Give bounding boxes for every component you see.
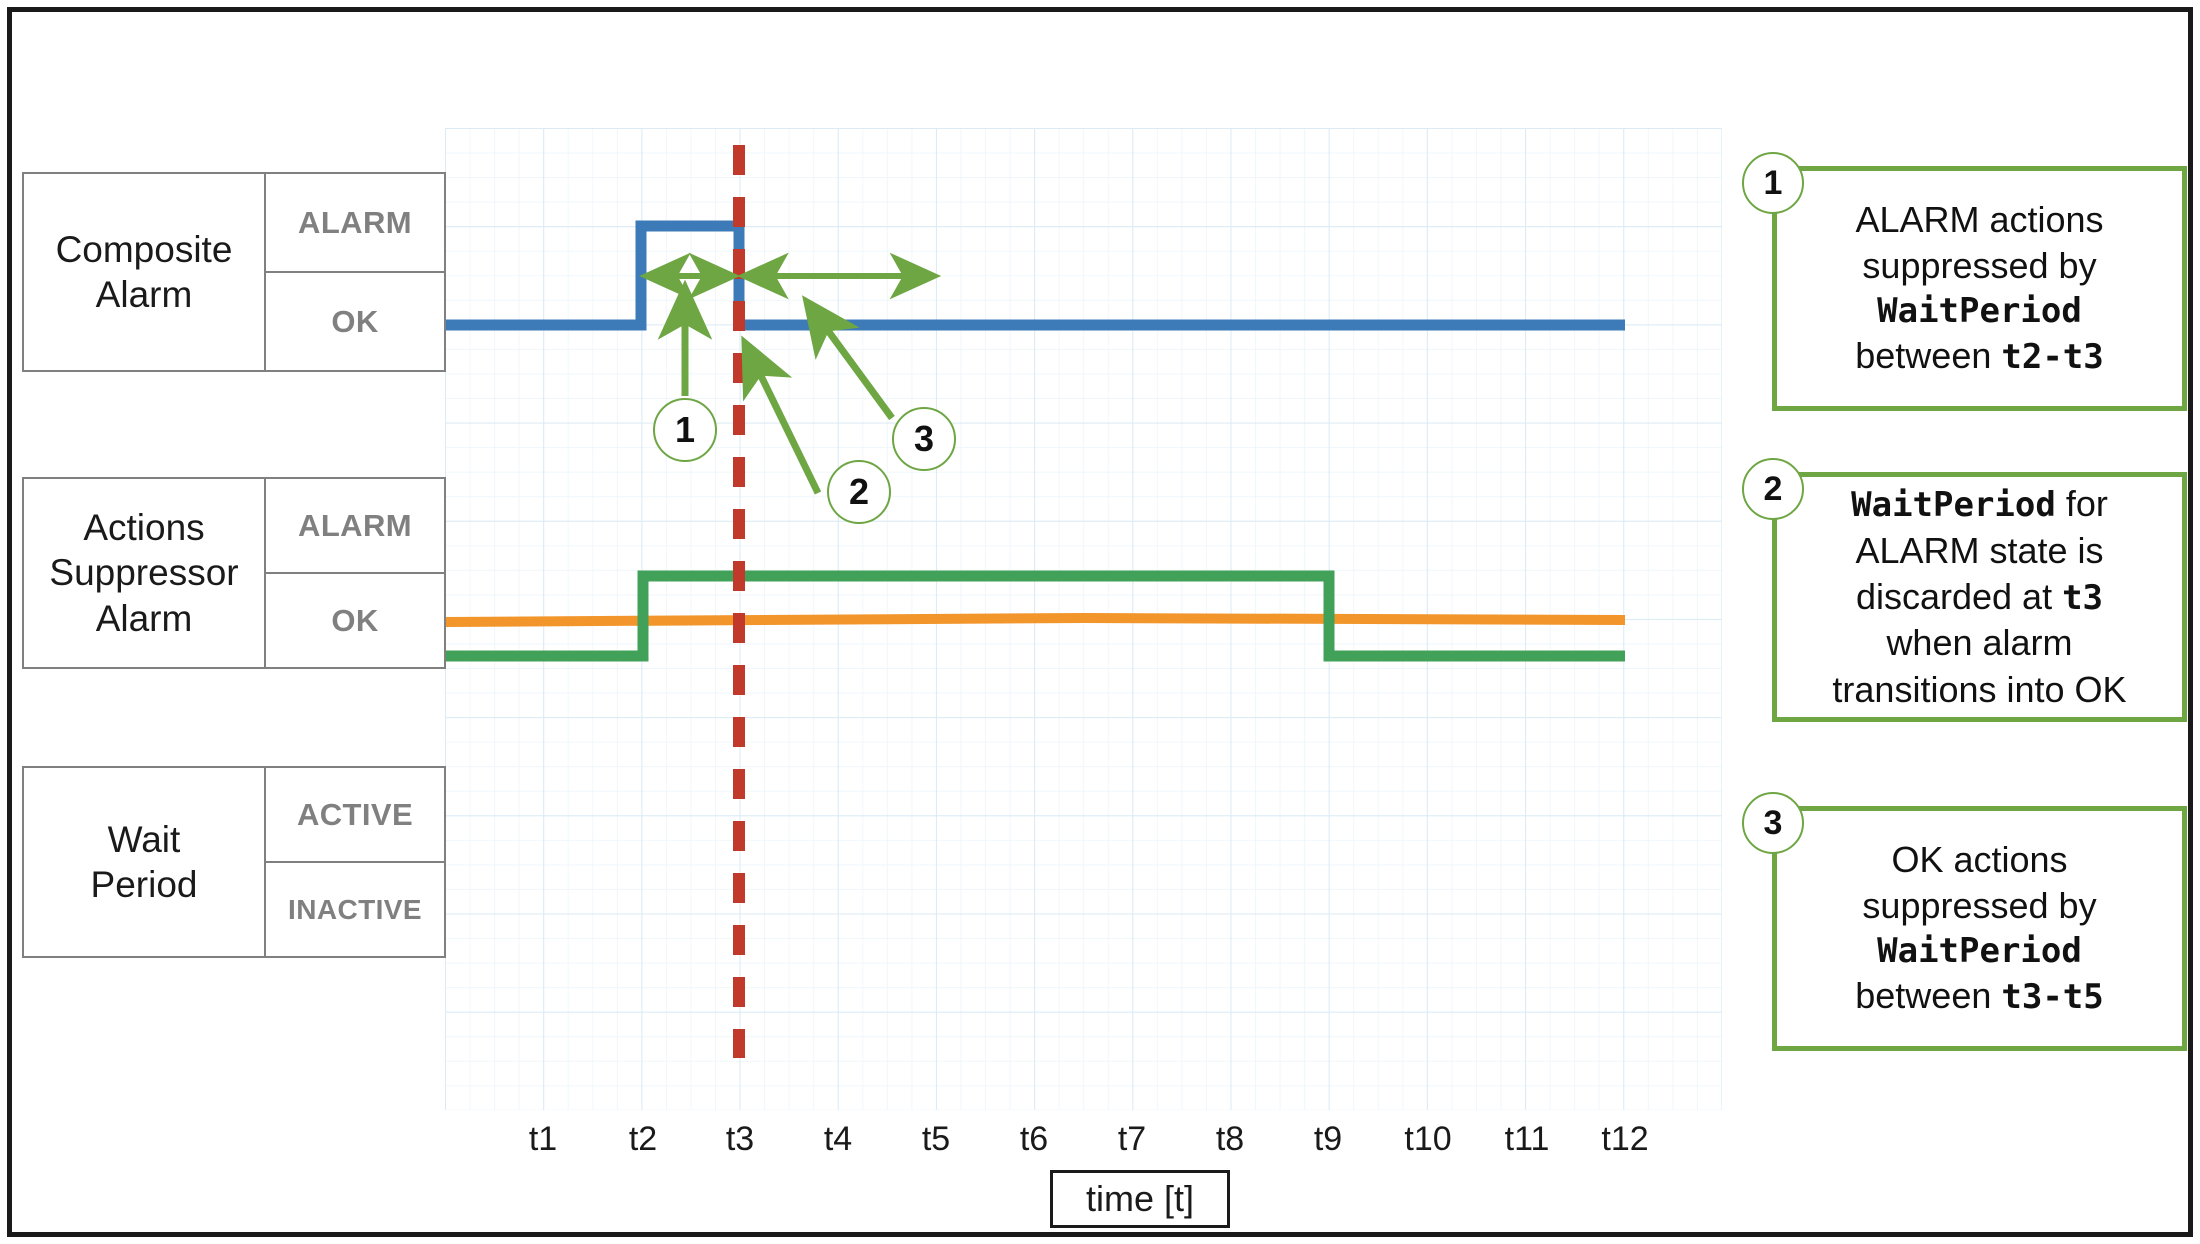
callout-3-line-1: OK actions xyxy=(1891,839,2068,881)
plot-badge-2[interactable]: 2 xyxy=(827,460,891,524)
callout-badge-2[interactable]: 2 xyxy=(1742,458,1804,520)
timeline-plot xyxy=(445,128,1722,1110)
callout-2-t3: t3 xyxy=(2062,577,2104,618)
x-tick-t12: t12 xyxy=(1601,1120,1649,1158)
annotation-3-leader xyxy=(802,295,895,421)
row-name-composite-alarm: Composite Alarm xyxy=(24,174,264,370)
plot-series-svg xyxy=(445,128,1626,1058)
callout-3-line-3: WaitPeriod xyxy=(1877,930,2082,971)
callout-1-line-3: WaitPeriod xyxy=(1877,290,2082,331)
callout-3-range: t3-t5 xyxy=(2001,977,2104,1018)
row-name-text: Composite Alarm xyxy=(55,228,233,315)
row-label-composite-alarm: Composite Alarm ALARM OK xyxy=(22,172,446,372)
state-cell-alarm: ALARM xyxy=(298,507,412,543)
x-tick-t5: t5 xyxy=(921,1120,951,1158)
callout-3-between-word: between xyxy=(1855,975,2002,1017)
callout-badge-1[interactable]: 1 xyxy=(1742,152,1804,214)
callout-2-waitperiod: WaitPeriod xyxy=(1851,485,2056,526)
x-tick-t7: t7 xyxy=(1117,1120,1147,1158)
callout-box-1: ALARM actions suppressed by WaitPeriod b… xyxy=(1772,166,2187,411)
x-tick-t2: t2 xyxy=(628,1120,658,1158)
callout-2-line-1: WaitPeriod for xyxy=(1832,481,2126,528)
x-axis-label-box: time [t] xyxy=(1050,1170,1230,1228)
x-tick-t1: t1 xyxy=(528,1120,558,1158)
row-label-wait-period: Wait Period ACTIVE INACTIVE xyxy=(22,766,446,958)
row-states-actions-suppressor-alarm: ALARM OK xyxy=(264,479,444,667)
series-actions-suppressor-alarm xyxy=(445,613,1626,627)
callout-2-line-3: discarded at t3 xyxy=(1832,574,2126,621)
row-states-composite-alarm: ALARM OK xyxy=(264,174,444,370)
callout-3-line-2: suppressed by xyxy=(1862,885,2097,927)
row-name-wait-period: Wait Period xyxy=(24,768,264,956)
callout-2-text: WaitPeriod for ALARM state is discarded … xyxy=(1832,481,2126,712)
state-cell-ok: OK xyxy=(266,572,444,667)
state-cell-inactive: INACTIVE xyxy=(266,861,444,956)
row-label-actions-suppressor-alarm: Actions Suppressor Alarm ALARM OK xyxy=(22,477,446,669)
callout-1-line-1: ALARM actions xyxy=(1855,199,2104,241)
state-cell-alarm: ALARM xyxy=(298,204,412,240)
plot-badge-1[interactable]: 1 xyxy=(653,398,717,462)
callout-2-line-4: when alarm xyxy=(1886,622,2073,664)
x-tick-t3: t3 xyxy=(725,1120,755,1158)
x-tick-t10: t10 xyxy=(1404,1120,1452,1158)
diagram-canvas: 1 2 3 Composite Alarm ALARM OK Actions S… xyxy=(0,0,2200,1244)
row-name-text: Actions Suppressor Alarm xyxy=(49,507,239,639)
callout-2-for-word: for xyxy=(2055,483,2108,525)
callout-1-text: ALARM actions suppressed by WaitPeriod b… xyxy=(1855,197,2103,379)
callout-2-line-2: ALARM state is xyxy=(1855,529,2104,571)
state-cell-ok: OK xyxy=(266,271,444,370)
callout-2-discarded-word: discarded at xyxy=(1855,575,2063,617)
x-tick-t11: t11 xyxy=(1504,1120,1550,1158)
x-tick-t8: t8 xyxy=(1215,1120,1245,1158)
x-tick-t6: t6 xyxy=(1019,1120,1049,1158)
state-cell-active: ACTIVE xyxy=(296,796,414,832)
x-tick-t4: t4 xyxy=(823,1120,853,1158)
callout-1-line-4: between t2-t3 xyxy=(1855,333,2103,380)
callout-1-line-2: suppressed by xyxy=(1862,245,2097,287)
row-name-text: Wait Period xyxy=(90,818,198,905)
callout-3-line-4: between t3-t5 xyxy=(1855,973,2103,1020)
callout-3-text: OK actions suppressed by WaitPeriod betw… xyxy=(1855,837,2103,1019)
callout-box-3: OK actions suppressed by WaitPeriod betw… xyxy=(1772,806,2187,1051)
callout-1-range: t2-t3 xyxy=(2001,337,2104,378)
annotation-2-leader xyxy=(741,335,822,495)
callout-2-line-5: transitions into OK xyxy=(1832,668,2127,710)
callout-1-between-word: between xyxy=(1855,335,2002,377)
row-states-wait-period: ACTIVE INACTIVE xyxy=(264,768,444,956)
callout-box-2: WaitPeriod for ALARM state is discarded … xyxy=(1772,472,2187,722)
x-tick-t9: t9 xyxy=(1313,1120,1343,1158)
x-axis-label-text: time [t] xyxy=(1085,1178,1195,1219)
series-composite-alarm xyxy=(445,220,1625,331)
row-name-actions-suppressor-alarm: Actions Suppressor Alarm xyxy=(24,479,264,667)
plot-badge-3[interactable]: 3 xyxy=(892,407,956,471)
callout-badge-3[interactable]: 3 xyxy=(1742,792,1804,854)
